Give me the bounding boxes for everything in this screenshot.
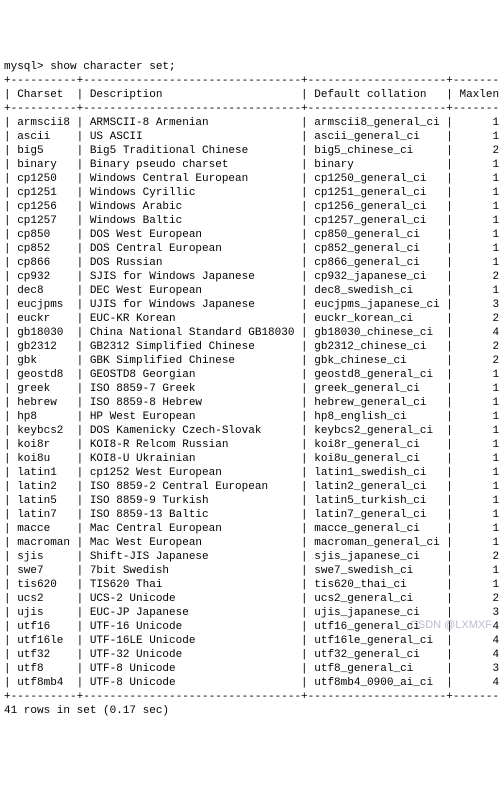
watermark: CSDN @LXMXF — [410, 618, 492, 632]
